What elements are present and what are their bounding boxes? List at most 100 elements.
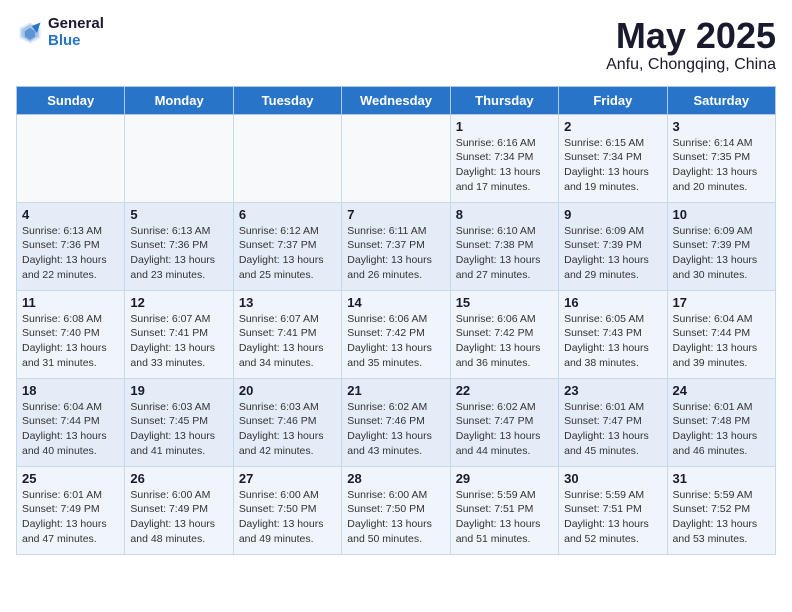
calendar-week-3: 11Sunrise: 6:08 AMSunset: 7:40 PMDayligh… — [17, 290, 776, 378]
day-number: 26 — [130, 471, 227, 486]
logo-icon — [16, 19, 44, 47]
calendar-cell: 29 Sunrise: 5:59 AMSunset: 7:51 PMDayligh… — [450, 466, 558, 554]
day-content: Sunrise: 6:09 AMSunset: 7:39 PMDaylight:… — [673, 224, 770, 283]
day-number: 4 — [22, 207, 119, 222]
day-number: 12 — [130, 295, 227, 310]
day-number: 25 — [22, 471, 119, 486]
day-number: 24 — [673, 383, 770, 398]
calendar-table: SundayMondayTuesdayWednesdayThursdayFrid… — [16, 86, 776, 555]
calendar-body: 1Sunrise: 6:16 AMSunset: 7:34 PMDaylight… — [17, 114, 776, 554]
day-number: 10 — [673, 207, 770, 222]
calendar-cell — [233, 114, 341, 202]
day-number: 17 — [673, 295, 770, 310]
day-content: Sunrise: 5:59 AMSunset: 7:51 PMDaylight:… — [456, 488, 553, 547]
day-header-tuesday: Tuesday — [233, 86, 341, 114]
day-number: 21 — [347, 383, 444, 398]
day-content: Sunrise: 6:01 AMSunset: 7:48 PMDaylight:… — [673, 400, 770, 459]
calendar-cell: 23Sunrise: 6:01 AMSunset: 7:47 PMDayligh… — [559, 378, 667, 466]
day-header-wednesday: Wednesday — [342, 86, 450, 114]
day-content: Sunrise: 6:09 AMSunset: 7:39 PMDaylight:… — [564, 224, 661, 283]
calendar-cell: 4Sunrise: 6:13 AMSunset: 7:36 PMDaylight… — [17, 202, 125, 290]
day-number: 8 — [456, 207, 553, 222]
day-content: Sunrise: 6:00 AMSunset: 7:50 PMDaylight:… — [347, 488, 444, 547]
page-header: General Blue May 2025 Anfu, Chongqing, C… — [16, 16, 776, 74]
day-content: Sunrise: 6:00 AMSunset: 7:50 PMDaylight:… — [239, 488, 336, 547]
day-number: 7 — [347, 207, 444, 222]
calendar-cell: 25 Sunrise: 6:01 AMSunset: 7:49 PMDayligh… — [17, 466, 125, 554]
day-content: Sunrise: 6:15 AMSunset: 7:34 PMDaylight:… — [564, 136, 661, 195]
day-content: Sunrise: 6:12 AMSunset: 7:37 PMDaylight:… — [239, 224, 336, 283]
day-content: Sunrise: 6:13 AMSunset: 7:36 PMDaylight:… — [130, 224, 227, 283]
calendar-cell: 15 Sunrise: 6:06 AMSunset: 7:42 PMDayligh… — [450, 290, 558, 378]
calendar-header: SundayMondayTuesdayWednesdayThursdayFrid… — [17, 86, 776, 114]
day-number: 13 — [239, 295, 336, 310]
calendar-cell: 7 Sunrise: 6:11 AMSunset: 7:37 PMDaylight… — [342, 202, 450, 290]
calendar-cell: 2 Sunrise: 6:15 AMSunset: 7:34 PMDaylight… — [559, 114, 667, 202]
day-content: Sunrise: 6:07 AMSunset: 7:41 PMDaylight:… — [239, 312, 336, 371]
day-content: Sunrise: 6:01 AMSunset: 7:49 PMDaylight:… — [22, 488, 119, 547]
calendar-week-1: 1Sunrise: 6:16 AMSunset: 7:34 PMDaylight… — [17, 114, 776, 202]
calendar-cell: 24 Sunrise: 6:01 AMSunset: 7:48 PMDayligh… — [667, 378, 775, 466]
calendar-cell: 6Sunrise: 6:12 AMSunset: 7:37 PMDaylight… — [233, 202, 341, 290]
calendar-cell: 27 Sunrise: 6:00 AMSunset: 7:50 PMDayligh… — [233, 466, 341, 554]
day-content: Sunrise: 6:10 AMSunset: 7:38 PMDaylight:… — [456, 224, 553, 283]
day-number: 29 — [456, 471, 553, 486]
day-header-monday: Monday — [125, 86, 233, 114]
calendar-cell: 11Sunrise: 6:08 AMSunset: 7:40 PMDayligh… — [17, 290, 125, 378]
day-content: Sunrise: 6:03 AMSunset: 7:46 PMDaylight:… — [239, 400, 336, 459]
calendar-cell: 19Sunrise: 6:03 AMSunset: 7:45 PMDayligh… — [125, 378, 233, 466]
day-header-friday: Friday — [559, 86, 667, 114]
calendar-cell: 16Sunrise: 6:05 AMSunset: 7:43 PMDayligh… — [559, 290, 667, 378]
calendar-week-5: 25 Sunrise: 6:01 AMSunset: 7:49 PMDayligh… — [17, 466, 776, 554]
header-row: SundayMondayTuesdayWednesdayThursdayFrid… — [17, 86, 776, 114]
day-content: Sunrise: 6:06 AMSunset: 7:42 PMDaylight:… — [347, 312, 444, 371]
calendar-cell: 21 Sunrise: 6:02 AMSunset: 7:46 PMDayligh… — [342, 378, 450, 466]
day-content: Sunrise: 5:59 AMSunset: 7:51 PMDaylight:… — [564, 488, 661, 547]
day-content: Sunrise: 6:01 AMSunset: 7:47 PMDaylight:… — [564, 400, 661, 459]
day-content: Sunrise: 6:06 AMSunset: 7:42 PMDaylight:… — [456, 312, 553, 371]
calendar-cell: 10 Sunrise: 6:09 AMSunset: 7:39 PMDayligh… — [667, 202, 775, 290]
calendar-cell: 26 Sunrise: 6:00 AMSunset: 7:49 PMDayligh… — [125, 466, 233, 554]
calendar-week-2: 4 Sunrise: 6:13 AMSunset: 7:36 PMDaylight… — [17, 202, 776, 290]
day-content: Sunrise: 6:07 AMSunset: 7:41 PMDaylight:… — [130, 312, 227, 371]
day-number: 9 — [564, 207, 661, 222]
title-block: May 2025 Anfu, Chongqing, China — [606, 16, 776, 74]
day-content: Sunrise: 6:03 AMSunset: 7:45 PMDaylight:… — [130, 400, 227, 459]
day-header-thursday: Thursday — [450, 86, 558, 114]
logo: General Blue — [16, 16, 104, 49]
day-content: Sunrise: 6:02 AMSunset: 7:47 PMDaylight:… — [456, 400, 553, 459]
calendar-cell: 30 Sunrise: 5:59 AMSunset: 7:51 PMDayligh… — [559, 466, 667, 554]
day-content: Sunrise: 6:00 AMSunset: 7:49 PMDaylight:… — [130, 488, 227, 547]
day-content: Sunrise: 6:14 AMSunset: 7:35 PMDaylight:… — [673, 136, 770, 195]
day-header-saturday: Saturday — [667, 86, 775, 114]
day-number: 2 — [564, 119, 661, 134]
calendar-cell: 5Sunrise: 6:13 AMSunset: 7:36 PMDaylight… — [125, 202, 233, 290]
calendar-cell: 28 Sunrise: 6:00 AMSunset: 7:50 PMDayligh… — [342, 466, 450, 554]
day-number: 27 — [239, 471, 336, 486]
day-number: 15 — [456, 295, 553, 310]
day-number: 28 — [347, 471, 444, 486]
day-number: 22 — [456, 383, 553, 398]
day-content: Sunrise: 6:05 AMSunset: 7:43 PMDaylight:… — [564, 312, 661, 371]
calendar-cell: 20Sunrise: 6:03 AMSunset: 7:46 PMDayligh… — [233, 378, 341, 466]
calendar-cell: 18Sunrise: 6:04 AMSunset: 7:44 PMDayligh… — [17, 378, 125, 466]
day-number: 30 — [564, 471, 661, 486]
day-content: Sunrise: 6:11 AMSunset: 7:37 PMDaylight:… — [347, 224, 444, 283]
calendar-cell: 13 Sunrise: 6:07 AMSunset: 7:41 PMDayligh… — [233, 290, 341, 378]
calendar-cell: 9 Sunrise: 6:09 AMSunset: 7:39 PMDaylight… — [559, 202, 667, 290]
day-number: 11 — [22, 295, 119, 310]
day-content: Sunrise: 6:04 AMSunset: 7:44 PMDaylight:… — [673, 312, 770, 371]
logo-blue-text: Blue — [48, 33, 104, 50]
day-number: 3 — [673, 119, 770, 134]
day-content: Sunrise: 5:59 AMSunset: 7:52 PMDaylight:… — [673, 488, 770, 547]
calendar-cell — [17, 114, 125, 202]
day-number: 18 — [22, 383, 119, 398]
calendar-cell: 14Sunrise: 6:06 AMSunset: 7:42 PMDayligh… — [342, 290, 450, 378]
day-content: Sunrise: 6:02 AMSunset: 7:46 PMDaylight:… — [347, 400, 444, 459]
calendar-cell: 12 Sunrise: 6:07 AMSunset: 7:41 PMDayligh… — [125, 290, 233, 378]
logo-text: General Blue — [48, 16, 104, 49]
calendar-cell: 17 Sunrise: 6:04 AMSunset: 7:44 PMDayligh… — [667, 290, 775, 378]
calendar-cell: 1Sunrise: 6:16 AMSunset: 7:34 PMDaylight… — [450, 114, 558, 202]
calendar-cell: 22 Sunrise: 6:02 AMSunset: 7:47 PMDayligh… — [450, 378, 558, 466]
calendar-week-4: 18Sunrise: 6:04 AMSunset: 7:44 PMDayligh… — [17, 378, 776, 466]
